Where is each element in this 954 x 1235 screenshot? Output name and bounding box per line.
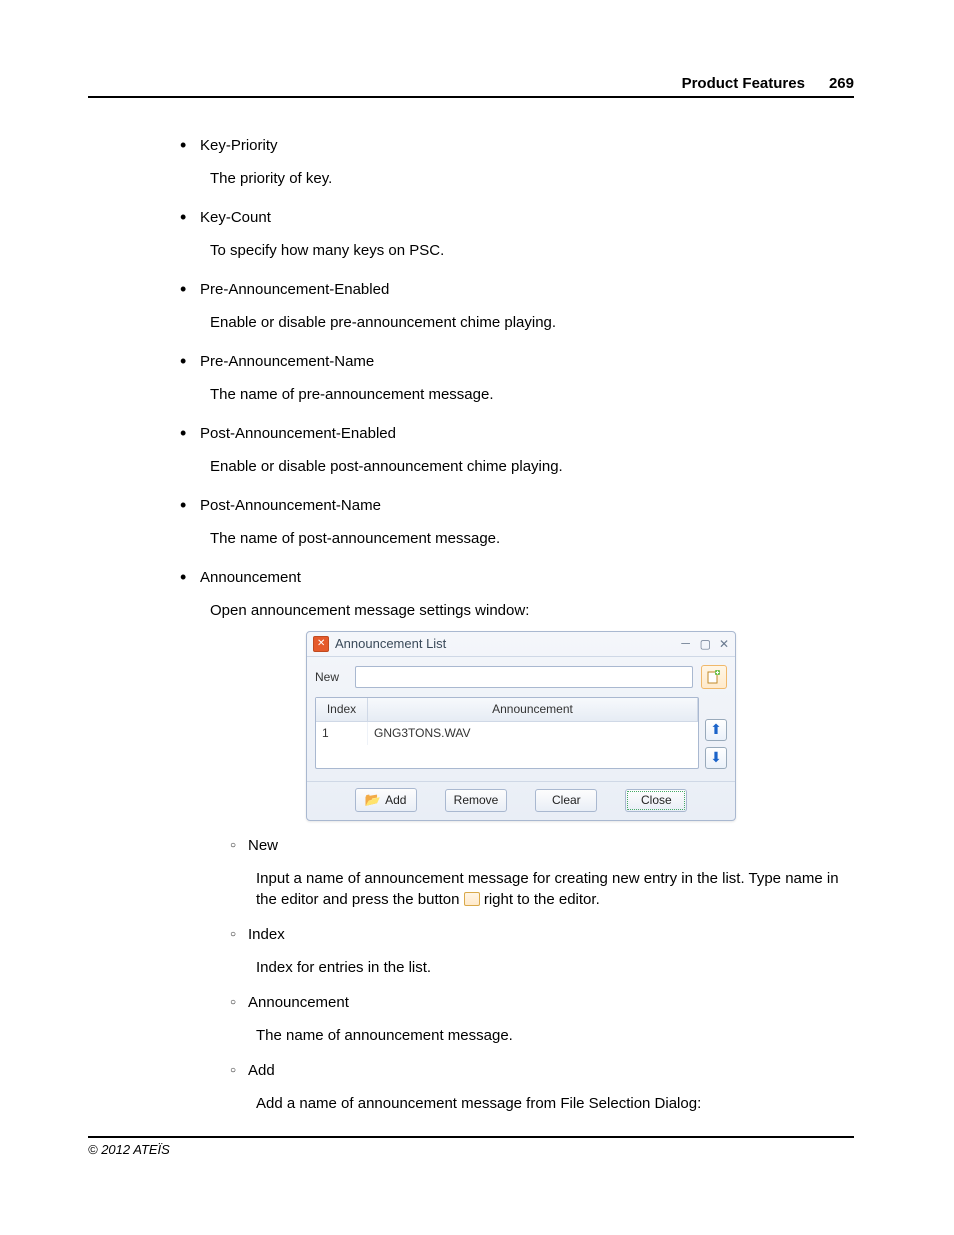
section-title: Product Features	[682, 75, 805, 92]
new-entry-icon-button[interactable]	[701, 665, 727, 689]
bullet-desc: Enable or disable post-announcement chim…	[200, 456, 854, 477]
sub-desc: Input a name of announcement message for…	[248, 868, 854, 910]
table-header: Index Announcement	[316, 698, 698, 722]
move-down-button[interactable]: ⬇	[705, 747, 727, 769]
add-label: Add	[385, 792, 406, 809]
move-up-button[interactable]: ⬆	[705, 719, 727, 741]
bullet-term: Key-Count	[200, 207, 854, 228]
app-icon	[313, 636, 329, 652]
bullet-key-priority: Key-Priority The priority of key.	[180, 135, 854, 189]
page-header: Product Features 269	[88, 75, 854, 98]
clear-label: Clear	[552, 792, 581, 809]
sub-desc: Index for entries in the list.	[248, 957, 854, 978]
bullet-term: Pre-Announcement-Enabled	[200, 279, 854, 300]
bullet-desc: Enable or disable pre-announcement chime…	[200, 312, 854, 333]
page-footer: © 2012 ATEÏS	[88, 1136, 854, 1157]
sub-desc-b: right to the editor.	[484, 891, 600, 908]
dialog-titlebar[interactable]: Announcement List － ▢ ✕	[307, 632, 735, 657]
dialog-title: Announcement List	[335, 635, 680, 653]
announcement-list-dialog: Announcement List － ▢ ✕ New	[306, 631, 736, 821]
cell-index: 1	[316, 722, 368, 745]
close-icon[interactable]: ✕	[719, 636, 729, 653]
bullet-desc: To specify how many keys on PSC.	[200, 240, 854, 261]
sub-index: Index Index for entries in the list.	[230, 924, 854, 978]
new-row: New	[315, 665, 727, 689]
sub-desc: Add a name of announcement message from …	[248, 1093, 854, 1114]
bullet-pre-enabled: Pre-Announcement-Enabled Enable or disab…	[180, 279, 854, 333]
sub-list: New Input a name of announcement message…	[230, 835, 854, 1114]
bullet-desc: The name of post-announcement message.	[200, 528, 854, 549]
page-content: Key-Priority The priority of key. Key-Co…	[180, 135, 854, 1132]
sub-term: Index	[248, 924, 854, 945]
bullet-post-name: Post-Announcement-Name The name of post-…	[180, 495, 854, 549]
page-number: 269	[829, 75, 854, 92]
sub-add: Add Add a name of announcement message f…	[230, 1060, 854, 1114]
table-body: 1 GNG3TONS.WAV	[316, 722, 698, 767]
bullet-term: Post-Announcement-Enabled	[200, 423, 854, 444]
bullet-term: Post-Announcement-Name	[200, 495, 854, 516]
folder-icon: 📂	[365, 791, 381, 809]
announcement-table: Index Announcement 1 GNG3TONS.WAV	[315, 697, 699, 769]
col-index[interactable]: Index	[316, 698, 368, 721]
table-wrap: Index Announcement 1 GNG3TONS.WAV	[315, 697, 727, 769]
bullet-desc: The name of pre-announcement message.	[200, 384, 854, 405]
bullet-desc: Open announcement message settings windo…	[200, 600, 854, 621]
remove-label: Remove	[454, 792, 499, 809]
sub-term: Announcement	[248, 992, 854, 1013]
minimize-icon[interactable]: －	[680, 636, 692, 653]
close-label: Close	[641, 792, 672, 809]
bullet-announcement: Announcement Open announcement message s…	[180, 567, 854, 1114]
bullet-desc: The priority of key.	[200, 168, 854, 189]
clear-button[interactable]: Clear	[535, 789, 597, 812]
dialog-footer: 📂 Add Remove Clear Close	[307, 781, 735, 820]
sub-announcement: Announcement The name of announcement me…	[230, 992, 854, 1046]
bullet-term: Key-Priority	[200, 135, 854, 156]
table-row-empty	[316, 745, 698, 767]
col-announcement[interactable]: Announcement	[368, 698, 698, 721]
new-input[interactable]	[355, 666, 693, 688]
window-buttons: － ▢ ✕	[680, 636, 729, 653]
bullet-pre-name: Pre-Announcement-Name The name of pre-an…	[180, 351, 854, 405]
new-label: New	[315, 669, 347, 686]
reorder-arrows: ⬆ ⬇	[705, 697, 727, 769]
bullet-key-count: Key-Count To specify how many keys on PS…	[180, 207, 854, 261]
bullet-list: Key-Priority The priority of key. Key-Co…	[180, 135, 854, 1114]
bullet-term: Announcement	[200, 567, 854, 588]
sub-term: Add	[248, 1060, 854, 1081]
sub-desc: The name of announcement message.	[248, 1025, 854, 1046]
remove-button[interactable]: Remove	[445, 789, 508, 812]
new-entry-inline-icon	[464, 892, 480, 906]
sub-term: New	[248, 835, 854, 856]
table-row[interactable]: 1 GNG3TONS.WAV	[316, 722, 698, 745]
cell-announcement: GNG3TONS.WAV	[368, 722, 698, 745]
add-button[interactable]: 📂 Add	[355, 788, 417, 812]
copyright: © 2012 ATEÏS	[88, 1142, 170, 1157]
dialog-body: New Index	[307, 657, 735, 781]
bullet-term: Pre-Announcement-Name	[200, 351, 854, 372]
sub-new: New Input a name of announcement message…	[230, 835, 854, 910]
bullet-post-enabled: Post-Announcement-Enabled Enable or disa…	[180, 423, 854, 477]
close-button[interactable]: Close	[625, 789, 687, 812]
new-file-icon	[707, 670, 721, 684]
maximize-icon[interactable]: ▢	[700, 636, 711, 653]
